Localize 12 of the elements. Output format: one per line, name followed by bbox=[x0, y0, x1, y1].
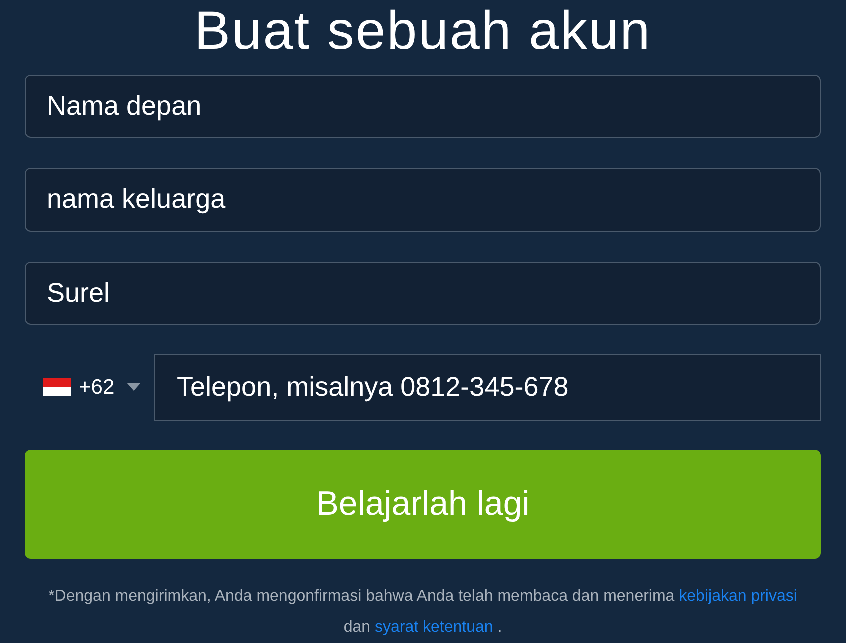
flag-icon bbox=[43, 378, 71, 396]
country-code-select[interactable]: +62 bbox=[25, 354, 154, 421]
caret-icon bbox=[126, 383, 141, 392]
consent-text: *Dengan mengirimkan, Anda mengonfirmasi bahwa Anda telah membaca dan menerima kebijakan privasi dan syarat ketentuan . bbox=[48, 587, 798, 638]
submit-button[interactable]: Belajarlah lagi bbox=[25, 450, 821, 559]
input-field[interactable]: Surel bbox=[25, 262, 821, 325]
input-field[interactable]: nama keluarga bbox=[25, 168, 821, 232]
terms-link[interactable]: syarat ketentuan bbox=[374, 619, 494, 636]
form-title: Buat sebuah akun bbox=[194, 4, 652, 58]
privacy-policy-link[interactable]: kebijakan privasi bbox=[679, 588, 798, 605]
phone-field[interactable]: Telepon, misalnya 0812-345-678 bbox=[154, 354, 821, 421]
input-field[interactable]: Nama depan bbox=[25, 75, 821, 138]
